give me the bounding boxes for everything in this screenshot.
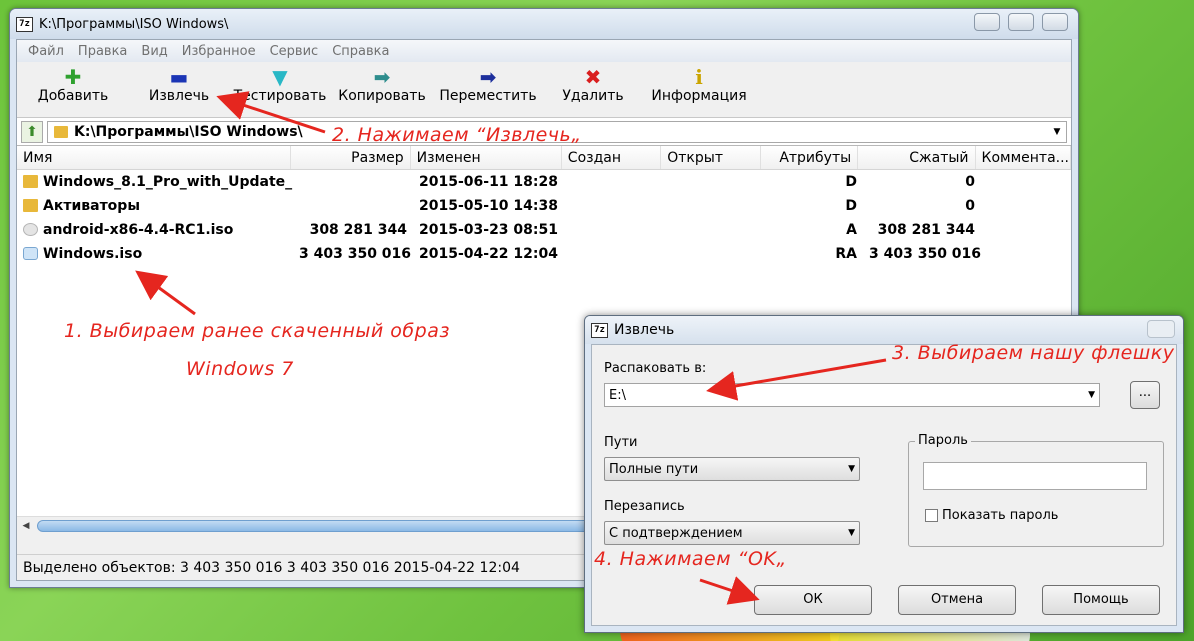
arrow-to-extract-path [706,358,887,401]
annotation-arrows [135,91,887,605]
arrow-to-windows-iso [135,270,196,316]
arrow-to-ok [699,576,760,605]
arrow-to-extract [216,91,326,134]
